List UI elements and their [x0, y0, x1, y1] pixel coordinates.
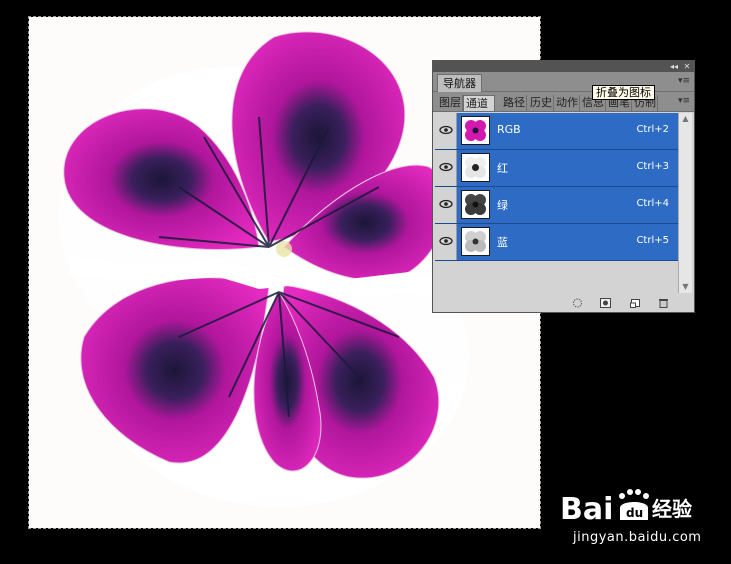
- channel-shortcut: Ctrl+4: [636, 198, 669, 209]
- panel-menu-icon-2[interactable]: ▾≡: [678, 96, 690, 106]
- tab-channels[interactable]: 通道: [463, 95, 495, 111]
- channel-shortcut: Ctrl+3: [636, 161, 669, 172]
- svg-text:Bai: Bai: [560, 492, 613, 527]
- eye-icon: [439, 199, 453, 209]
- channel-shortcut: Ctrl+5: [636, 235, 669, 246]
- eye-icon: [439, 162, 453, 172]
- panel-footer: [433, 294, 694, 312]
- channel-row-red[interactable]: 红 Ctrl+3: [435, 150, 679, 187]
- channel-thumbnail: [461, 227, 490, 256]
- channel-shortcut: Ctrl+2: [636, 124, 669, 135]
- close-icon[interactable]: ✕: [681, 61, 693, 72]
- channel-list-scrollbar[interactable]: ▲ ▼: [678, 113, 692, 293]
- panel-menu-icon[interactable]: ▾≡: [678, 76, 690, 86]
- tab-navigator[interactable]: 导航器: [437, 74, 482, 92]
- visibility-toggle[interactable]: [435, 224, 457, 260]
- channel-row-rgb[interactable]: RGB Ctrl+2: [435, 113, 679, 150]
- channel-thumbnail: [461, 190, 490, 219]
- channel-row-green[interactable]: 绿 Ctrl+4: [435, 187, 679, 224]
- collapse-to-icon-button[interactable]: ◂◂: [668, 61, 680, 72]
- channel-name: 绿: [497, 199, 508, 212]
- new-channel-icon[interactable]: [630, 298, 641, 308]
- channel-name: RGB: [497, 123, 521, 136]
- channel-thumbnail: [461, 153, 490, 182]
- tab-layers[interactable]: 图层: [437, 95, 463, 111]
- svg-text:经验: 经验: [652, 497, 692, 521]
- tab-paths[interactable]: 路径: [501, 95, 527, 111]
- panel-title-bar[interactable]: ◂◂ ✕: [433, 61, 694, 72]
- channels-panel: ◂◂ ✕ 导航器 ▾≡ 图层 通道 路径 历史 动作 信息 画笔 仿制 ▾≡ R…: [432, 60, 695, 313]
- scroll-up-icon[interactable]: ▲: [679, 113, 692, 125]
- watermark-url: jingyan.baidu.com: [573, 530, 702, 545]
- tab-actions[interactable]: 动作: [554, 95, 580, 111]
- tooltip: 折叠为图标: [592, 85, 655, 100]
- channel-name: 红: [497, 162, 508, 175]
- load-channel-as-selection-icon[interactable]: [572, 298, 583, 308]
- save-selection-as-channel-icon[interactable]: [600, 298, 611, 308]
- channel-list: RGB Ctrl+2 红 Ctrl+3 绿 Ctrl+4 蓝 Ctrl+5: [435, 113, 679, 293]
- channel-name: 蓝: [497, 236, 508, 249]
- baidu-jingyan-logo: Bai du 经验: [560, 489, 692, 527]
- trash-icon[interactable]: [658, 298, 669, 308]
- svg-text:du: du: [626, 506, 643, 520]
- visibility-toggle[interactable]: [435, 187, 457, 223]
- tab-history[interactable]: 历史: [528, 95, 554, 111]
- visibility-toggle[interactable]: [435, 150, 457, 186]
- channel-row-blue[interactable]: 蓝 Ctrl+5: [435, 224, 679, 261]
- scroll-down-icon[interactable]: ▼: [679, 281, 692, 293]
- eye-icon: [439, 236, 453, 246]
- visibility-toggle[interactable]: [435, 113, 457, 149]
- channel-thumbnail: [461, 116, 490, 145]
- eye-icon: [439, 125, 453, 135]
